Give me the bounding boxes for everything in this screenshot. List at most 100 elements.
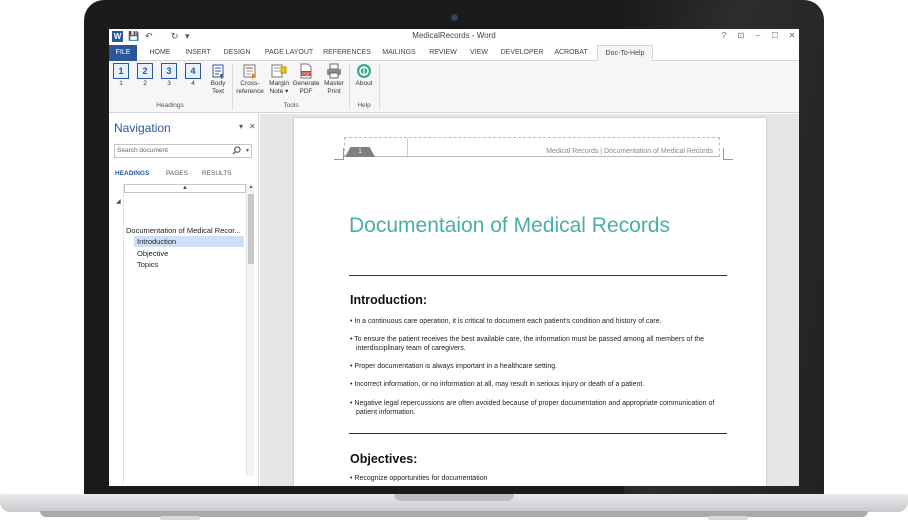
tab-page-layout[interactable]: PAGE LAYOUT xyxy=(261,45,317,61)
body-text-label-2: Text xyxy=(212,88,224,95)
search-icon[interactable] xyxy=(232,146,241,158)
maximize-button[interactable]: ☐ xyxy=(768,31,782,40)
crop-mark xyxy=(334,148,344,160)
bullet-item: • To ensure the patient receives the bes… xyxy=(350,336,705,352)
search-document-input[interactable]: Search document ▾ xyxy=(114,144,252,158)
master-print-label-2: Print xyxy=(327,88,341,95)
heading-objectives: Objectives: xyxy=(350,452,418,466)
collapse-all-button[interactable]: ▲ xyxy=(124,184,246,193)
screen: W 💾 ↶ ↻ ▾ MedicalRecords - Word ? ⊡ – ☐ … xyxy=(109,29,799,486)
tab-design[interactable]: DESIGN xyxy=(222,45,252,61)
heading-4-label: 4 xyxy=(191,80,195,87)
heading-2-label: 2 xyxy=(143,80,147,87)
margin-note-label-1: Margin xyxy=(269,80,289,87)
nav-tab-headings[interactable]: HEADINGS xyxy=(115,170,149,177)
nav-tab-results[interactable]: RESULTS xyxy=(202,170,232,177)
header-page-tab: 1 xyxy=(345,147,375,157)
close-pane-icon[interactable]: ✕ xyxy=(249,122,256,131)
about-label: About xyxy=(355,80,373,87)
horizontal-rule xyxy=(349,275,727,276)
tree-item-objective[interactable]: Objective xyxy=(137,248,168,259)
cross-reference-icon xyxy=(242,63,258,79)
heading-3-icon: 3 xyxy=(161,63,177,79)
tree-item-documentation[interactable]: Documentation of Medical Recor... xyxy=(126,225,241,236)
cross-reference-button[interactable]: Cross- reference xyxy=(234,63,266,96)
document-area: 1 Medical Records | Documentation of Med… xyxy=(260,114,799,486)
help-button[interactable]: ? xyxy=(717,31,731,40)
tab-file[interactable]: FILE xyxy=(109,45,137,61)
tab-doc-to-help[interactable]: Doc-To-Help xyxy=(597,45,653,61)
ribbon-tabs: FILE HOME INSERT DESIGN PAGE LAYOUT REFE… xyxy=(109,45,799,61)
document-page[interactable]: 1 Medical Records | Documentation of Med… xyxy=(294,118,766,486)
bullet-item: • Negative legal repercussions are often… xyxy=(350,400,715,416)
svg-text:PDF: PDF xyxy=(302,72,311,77)
ribbon-display-options-button[interactable]: ⊡ xyxy=(734,31,748,40)
heading-3-label: 3 xyxy=(167,80,171,87)
tab-mailings[interactable]: MAILINGS xyxy=(379,45,419,61)
generate-pdf-label-2: PDF xyxy=(299,88,313,95)
cross-reference-label-1: Cross- xyxy=(240,80,260,87)
search-placeholder: Search document xyxy=(117,147,168,154)
heading-1-label: 1 xyxy=(119,80,123,87)
header-divider xyxy=(407,138,408,158)
nav-tab-pages[interactable]: PAGES xyxy=(166,170,188,177)
navigation-title: Navigation xyxy=(114,121,171,135)
tab-view[interactable]: VIEW xyxy=(467,45,491,61)
generate-pdf-button[interactable]: PDF Generate PDF xyxy=(291,63,321,96)
laptop-foot xyxy=(708,516,748,520)
margin-note-icon xyxy=(271,63,287,79)
generate-pdf-label-1: Generate xyxy=(292,80,320,87)
horizontal-rule xyxy=(349,433,727,434)
group-label-tools: Tools xyxy=(283,102,299,109)
tree-scrollbar[interactable]: ▲ xyxy=(246,184,254,476)
scrollbar-thumb[interactable] xyxy=(248,194,254,264)
body-text-label-1: Body xyxy=(210,80,226,87)
printer-icon xyxy=(326,63,342,79)
pane-options-icon[interactable]: ▾ xyxy=(239,122,243,131)
header-text: Medical Records | Documentation of Medic… xyxy=(546,148,713,155)
heading-2-button[interactable]: 2 2 xyxy=(136,63,154,88)
body-text-button[interactable]: ¶ Body Text xyxy=(206,63,230,96)
heading-3-button[interactable]: 3 3 xyxy=(160,63,178,88)
webcam xyxy=(451,14,458,21)
about-icon xyxy=(356,63,372,79)
group-label-headings: Headings xyxy=(156,102,184,109)
bullet-item: • Proper documentation is always importa… xyxy=(350,363,558,370)
ribbon: 1 1 2 2 3 3 4 4 ¶ Body Text Headings Cro… xyxy=(109,61,799,113)
tab-home[interactable]: HOME xyxy=(145,45,175,61)
bullet-item: • Incorrect information, or no informati… xyxy=(350,381,645,388)
tab-references[interactable]: REFERENCES xyxy=(323,45,371,61)
title-bar: W 💾 ↶ ↻ ▾ MedicalRecords - Word ? ⊡ – ☐ … xyxy=(109,29,799,45)
master-print-button[interactable]: Master Print xyxy=(321,63,347,96)
about-button[interactable]: About xyxy=(351,63,377,88)
minimize-button[interactable]: – xyxy=(751,31,765,40)
navigation-pane: Navigation ▾ ✕ Search document ▾ HEADING… xyxy=(109,114,259,486)
heading-4-button[interactable]: 4 4 xyxy=(184,63,202,88)
margin-note-label-2: Note ▾ xyxy=(269,88,289,95)
crop-mark xyxy=(723,148,733,160)
close-button[interactable]: ✕ xyxy=(785,31,799,40)
master-print-label-1: Master xyxy=(324,80,344,87)
scroll-up-arrow[interactable]: ▲ xyxy=(247,184,255,190)
search-options-icon[interactable]: ▾ xyxy=(246,145,249,157)
tab-acrobat[interactable]: ACROBAT xyxy=(551,45,591,61)
heading-1-button[interactable]: 1 1 xyxy=(112,63,130,88)
tab-developer[interactable]: DEVELOPER xyxy=(499,45,545,61)
expand-arrow-icon[interactable]: ◢ xyxy=(116,198,121,205)
heading-introduction: Introduction: xyxy=(350,293,428,307)
group-label-help: Help xyxy=(357,102,371,109)
document-title: Documentaion of Medical Records xyxy=(349,214,670,237)
bullet-item: • In a continuous care operation, it is … xyxy=(350,318,662,325)
bullet-item: • Recognize opportunities for documentat… xyxy=(350,475,488,482)
tree-item-introduction[interactable]: Introduction xyxy=(134,236,244,247)
laptop-foot xyxy=(160,516,200,520)
margin-note-button[interactable]: Margin Note ▾ xyxy=(266,63,292,96)
tree-item-topics[interactable]: Topics xyxy=(137,259,158,270)
page-header[interactable]: 1 Medical Records | Documentation of Med… xyxy=(344,137,720,158)
paragraph-icon: ¶ xyxy=(210,63,226,81)
pdf-icon: PDF xyxy=(298,63,314,79)
heading-1-icon: 1 xyxy=(113,63,129,79)
cross-reference-label-2: reference xyxy=(236,88,264,95)
tab-review[interactable]: REVIEW xyxy=(427,45,459,61)
tab-insert[interactable]: INSERT xyxy=(183,45,213,61)
